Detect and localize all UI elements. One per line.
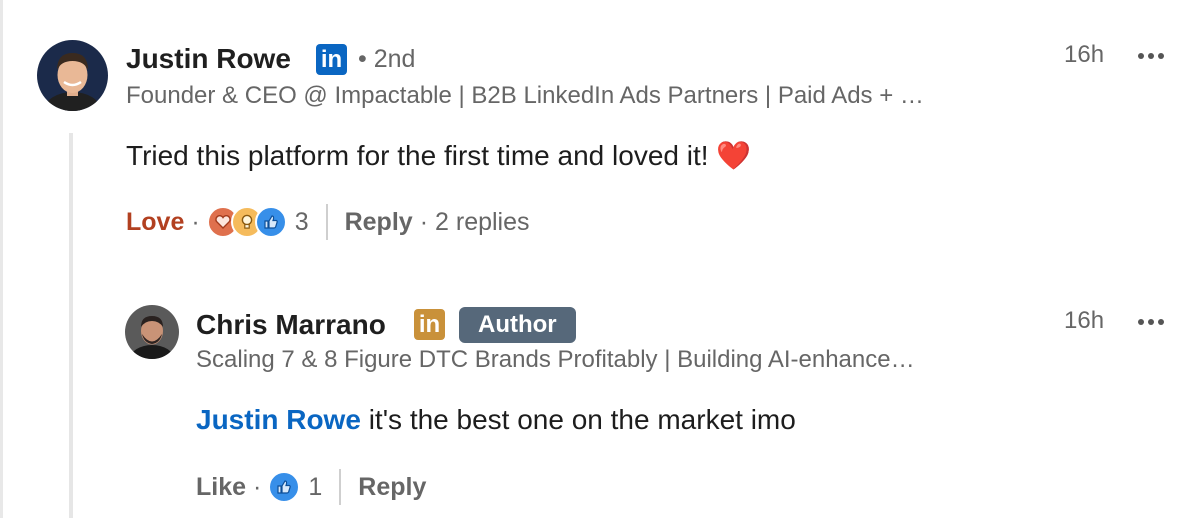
reply-author-name[interactable]: Chris Marrano	[196, 309, 386, 341]
comment-text-content: Tried this platform for the first time a…	[126, 140, 709, 171]
comment-author-name[interactable]: Justin Rowe	[126, 43, 291, 75]
reply-timestamp: 16h	[1064, 307, 1105, 334]
reaction-count[interactable]: 1	[308, 473, 322, 502]
like-button[interactable]: Like	[196, 473, 246, 502]
linkedin-premium-icon: in	[414, 309, 445, 340]
left-border	[0, 0, 3, 518]
more-options-icon[interactable]	[1136, 307, 1170, 337]
love-reaction-button[interactable]: Love	[126, 208, 184, 237]
reply-avatar[interactable]	[125, 305, 179, 359]
reaction-icons[interactable]	[268, 471, 301, 503]
thumbs-up-icon	[268, 471, 301, 503]
connection-degree: • 2nd	[358, 45, 416, 73]
separator-dot: ·	[419, 207, 429, 236]
reply-button[interactable]: Reply	[345, 208, 413, 237]
separator-dot: ·	[191, 207, 200, 236]
linkedin-icon: in	[316, 44, 347, 75]
avatar[interactable]	[37, 40, 108, 111]
comment-text: Tried this platform for the first time a…	[126, 139, 751, 172]
divider	[325, 204, 328, 240]
heart-emoji: ❤️	[716, 140, 752, 171]
reply-author-headline: Scaling 7 & 8 Figure DTC Brands Profitab…	[196, 346, 915, 373]
comment-actions: Love · 3 Reply · 2 replies	[126, 202, 530, 242]
thumbs-up-icon	[254, 206, 287, 238]
reply-text: Justin Rowe it's the best one on the mar…	[196, 404, 796, 436]
more-options-icon[interactable]	[1136, 41, 1170, 71]
separator-dot: ·	[253, 472, 262, 501]
replies-count-link[interactable]: 2 replies	[435, 208, 530, 237]
reply-text-content: it's the best one on the market imo	[368, 404, 796, 435]
thread-line	[69, 133, 73, 518]
comment-author-headline: Founder & CEO @ Impactable | B2B LinkedI…	[126, 82, 924, 109]
reply-actions: Like · 1 Reply	[196, 467, 426, 507]
comment-timestamp: 16h	[1064, 41, 1105, 68]
reply-button[interactable]: Reply	[358, 473, 426, 502]
reaction-count[interactable]: 3	[295, 208, 309, 237]
divider	[339, 469, 342, 505]
mention-link[interactable]: Justin Rowe	[196, 404, 361, 435]
author-badge: Author	[459, 307, 576, 343]
reaction-icons[interactable]	[206, 206, 287, 238]
